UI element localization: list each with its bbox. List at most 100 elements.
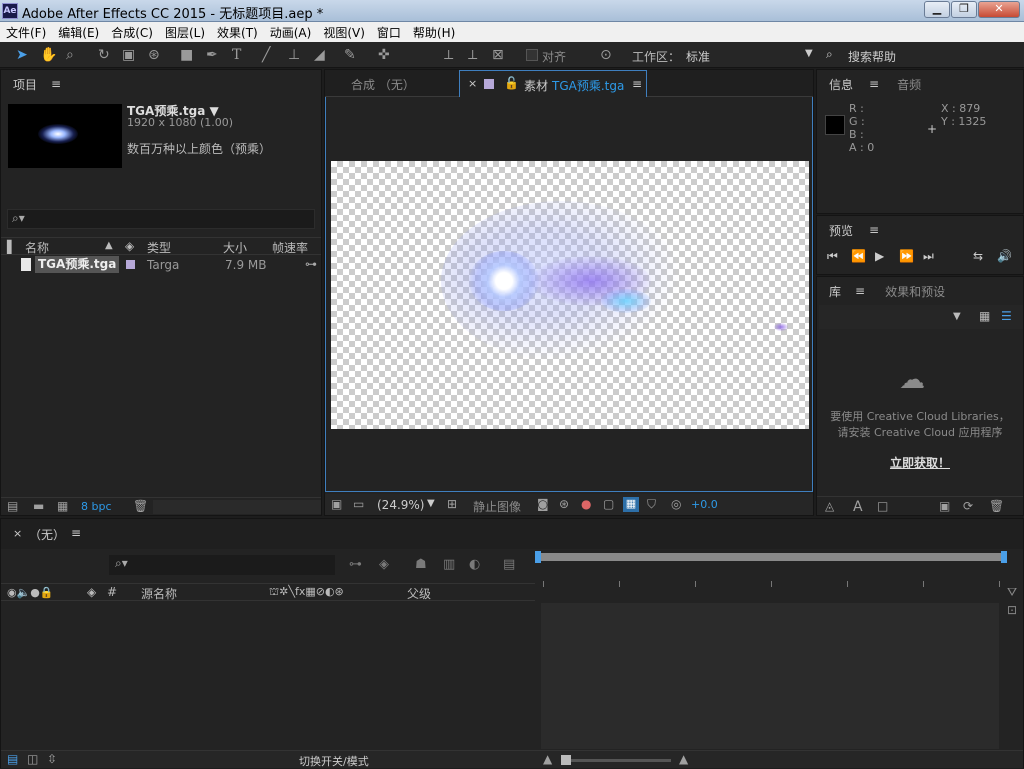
stock-icon[interactable]: ▣ xyxy=(939,499,950,513)
project-scrollbar[interactable] xyxy=(153,500,321,514)
col-size[interactable]: 大小 xyxy=(223,239,247,256)
timeline-track-area[interactable] xyxy=(541,603,999,749)
new-folder-icon[interactable]: ▬ xyxy=(33,499,44,513)
comp-marker-icon[interactable]: ⛛ xyxy=(1007,585,1017,600)
tab-preview[interactable]: 预览 xyxy=(829,222,853,239)
roto-brush-tool-icon[interactable]: ✎ xyxy=(344,47,356,63)
region-of-interest-icon[interactable]: ▢ xyxy=(603,497,614,511)
pan-behind-tool-icon[interactable]: ⊛ xyxy=(148,47,160,63)
selection-tool-icon[interactable]: ➤ xyxy=(16,47,28,63)
col-fps[interactable]: 帧速率 xyxy=(272,239,308,256)
snapshot-camera-icon[interactable]: ◙ xyxy=(537,497,549,511)
graph-editor-icon[interactable]: ▤ xyxy=(503,557,515,572)
type-tool-icon[interactable]: T xyxy=(232,47,241,63)
close-tab-icon[interactable]: × xyxy=(468,77,477,90)
library-select[interactable]: ▼ ▦ ☰ xyxy=(819,305,1023,329)
workspace-select[interactable]: 标准 xyxy=(686,48,710,65)
library-trash-icon[interactable]: 🗑 xyxy=(989,499,1004,513)
expand-in-out-icon[interactable]: ⇳ xyxy=(47,752,57,766)
rectangle-tool-icon[interactable]: ■ xyxy=(180,47,193,63)
tab-composition[interactable]: 合成 （无） xyxy=(351,76,415,93)
menu-composition[interactable]: 合成(C) xyxy=(105,24,159,41)
add-graphic-icon[interactable]: ◬ xyxy=(825,499,834,513)
rotate-tool-icon[interactable]: ↻ xyxy=(98,47,110,63)
work-area-bar[interactable] xyxy=(535,551,1007,563)
always-preview-icon[interactable]: ▣ xyxy=(331,497,342,511)
flowchart-icon[interactable]: ⊶ xyxy=(305,257,317,271)
col-source-name[interactable]: 源名称 xyxy=(141,585,177,602)
project-search-input[interactable]: ⌕▾ xyxy=(7,209,315,229)
bpc-button[interactable]: 8 bpc xyxy=(81,500,112,513)
col-name[interactable]: 名称 xyxy=(25,239,49,256)
tab-footage[interactable]: × 🔓 素材 TGA预乘.tga ≡ xyxy=(459,70,647,98)
channel-rgb-icon[interactable]: ● xyxy=(581,497,591,511)
expand-modes-icon[interactable]: ◫ xyxy=(27,752,38,766)
sync-icon[interactable]: ⟳ xyxy=(963,499,973,513)
reset-exposure-icon[interactable]: ◎ xyxy=(671,497,681,511)
draft-3d-icon[interactable]: ◈ xyxy=(379,557,389,572)
zoom-slider[interactable] xyxy=(561,755,671,765)
pen-tool-icon[interactable]: ✒ xyxy=(206,47,218,63)
transparency-grid-icon[interactable]: ▦ xyxy=(623,497,639,512)
local-axis-icon[interactable]: ⟂ xyxy=(444,47,453,63)
zoom-out-mountain-icon[interactable]: ▲ xyxy=(543,752,552,766)
shy-layers-icon[interactable]: ☗ xyxy=(415,557,427,572)
project-tab[interactable]: 项目 ≡ xyxy=(1,70,61,98)
previous-frame-icon[interactable]: ⏪ xyxy=(851,249,866,263)
clone-stamp-tool-icon[interactable]: ⊥ xyxy=(288,47,300,63)
workspace-chevron-down-icon[interactable]: ▼ xyxy=(805,48,813,59)
interpret-footage-icon[interactable]: ▤ xyxy=(7,499,18,513)
timeline-menu-icon[interactable]: ≡ xyxy=(71,526,81,540)
exposure-value[interactable]: +0.0 xyxy=(691,498,718,511)
tab-library[interactable]: 库 xyxy=(829,283,841,300)
loop-icon[interactable]: ⇆ xyxy=(973,249,983,263)
add-color-icon[interactable]: □ xyxy=(877,499,888,513)
frame-blending-icon[interactable]: ▥ xyxy=(443,557,455,572)
preview-menu-icon[interactable]: ≡ xyxy=(869,223,879,237)
view-axis-icon[interactable]: ⊠ xyxy=(492,47,504,63)
chevron-down-icon[interactable]: ▼ xyxy=(953,311,961,322)
expand-layer-switches-icon[interactable]: ▤ xyxy=(7,752,18,766)
zoom-tool-icon[interactable]: ⌕ xyxy=(66,47,74,63)
info-menu-icon[interactable]: ≡ xyxy=(869,77,879,91)
add-text-icon[interactable]: A xyxy=(853,499,863,515)
show-snapshot-icon[interactable]: ⊛ xyxy=(559,497,569,511)
zoom-in-mountain-icon[interactable]: ▲ xyxy=(679,752,688,766)
menu-effect[interactable]: 效果(T) xyxy=(211,24,264,41)
grid-view-icon[interactable]: ▦ xyxy=(979,309,990,323)
label-color-swatch[interactable] xyxy=(126,260,135,269)
tab-timeline[interactable]: （无） xyxy=(29,526,65,543)
delete-trash-icon[interactable]: 🗑 xyxy=(133,499,148,513)
col-parent[interactable]: 父级 xyxy=(407,585,431,602)
eraser-tool-icon[interactable]: ◢ xyxy=(314,47,325,63)
menu-animation[interactable]: 动画(A) xyxy=(264,24,318,41)
col-type[interactable]: 类型 xyxy=(147,239,171,256)
menu-view[interactable]: 视图(V) xyxy=(317,24,371,41)
guides-icon[interactable]: ⛉ xyxy=(647,497,656,512)
time-ruler[interactable] xyxy=(537,575,1005,591)
menu-layer[interactable]: 图层(L) xyxy=(159,24,211,41)
fit-region-icon[interactable]: ⊞ xyxy=(447,497,457,511)
search-help-input[interactable]: 搜索帮助 xyxy=(848,48,896,65)
puppet-pin-tool-icon[interactable]: ✜ xyxy=(378,47,390,63)
close-timeline-icon[interactable]: × xyxy=(13,527,22,540)
zoom-timeline-icon[interactable]: ⊡ xyxy=(1007,603,1017,617)
toggle-switches-modes[interactable]: 切换开关/模式 xyxy=(299,753,369,769)
lock-icon[interactable]: 🔓 xyxy=(504,76,519,90)
table-row[interactable]: TGA预乘.tga Targa 7.9 MB ⊶ xyxy=(1,256,321,274)
tab-menu-icon[interactable]: ≡ xyxy=(632,77,642,91)
next-frame-icon[interactable]: ⏩ xyxy=(899,249,914,263)
last-frame-icon[interactable]: ⏭ xyxy=(923,249,934,264)
tab-info[interactable]: 信息 xyxy=(829,76,853,93)
brush-tool-icon[interactable]: ╱ xyxy=(262,47,270,63)
work-area-end-handle[interactable] xyxy=(1001,551,1007,563)
work-area-start-handle[interactable] xyxy=(535,551,541,563)
menu-edit[interactable]: 编辑(E) xyxy=(52,24,105,41)
timeline-search-input[interactable]: ⌕▾ xyxy=(109,555,335,575)
snap-checkbox[interactable] xyxy=(526,49,538,61)
menu-file[interactable]: 文件(F) xyxy=(0,24,52,41)
tab-effects-presets[interactable]: 效果和预设 xyxy=(885,283,945,300)
monitor-icon[interactable]: ▭ xyxy=(353,497,364,511)
list-view-icon[interactable]: ☰ xyxy=(1001,309,1012,323)
first-frame-icon[interactable]: ⏮ xyxy=(827,249,838,264)
